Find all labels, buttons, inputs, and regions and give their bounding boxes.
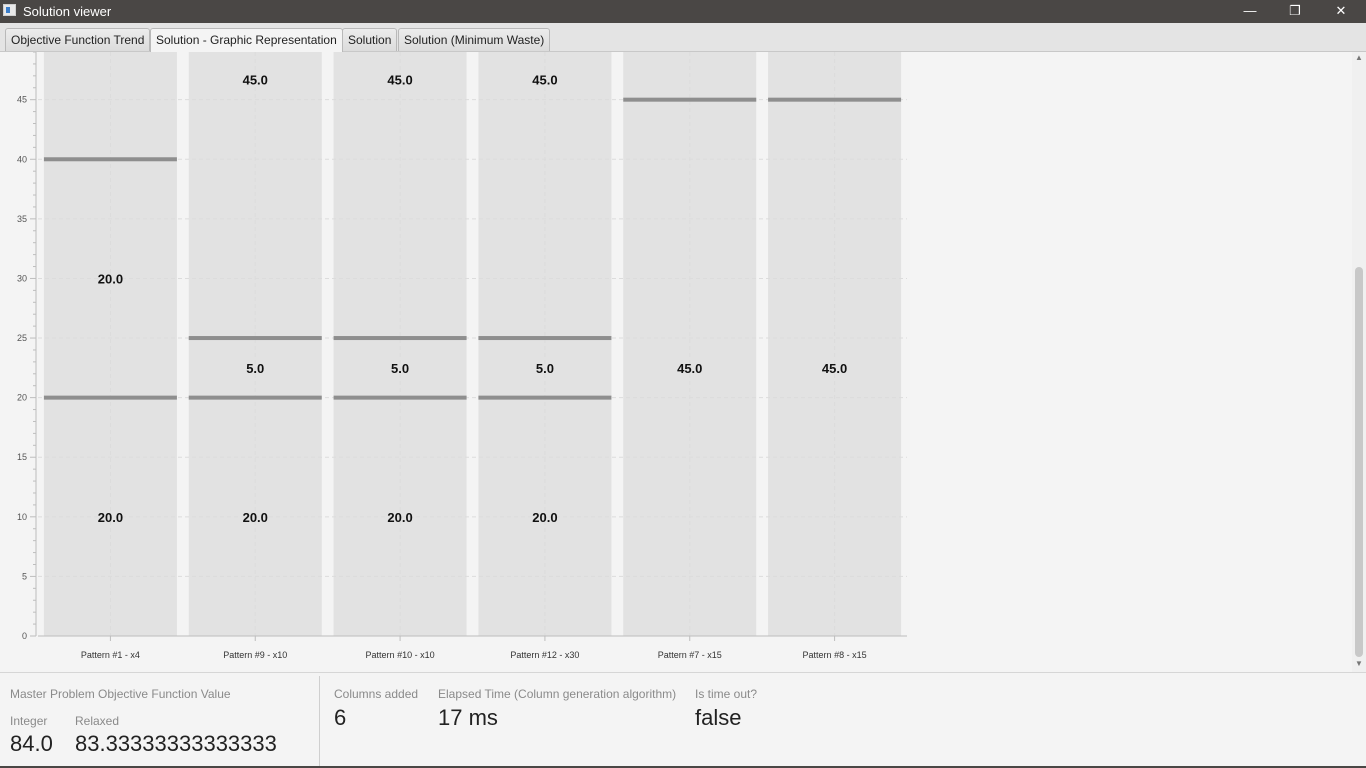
tab-bar: Objective Function Trend Solution - Grap… (0, 23, 1366, 52)
segment-label: 45.0 (532, 72, 557, 87)
y-tick-label: 15 (17, 452, 27, 462)
y-tick-label: 45 (17, 95, 27, 105)
columns-added-label: Columns added (334, 687, 419, 701)
solution-chart: 20.0 20.0 20.0 5.0 45.0 20.0 5.0 45.0 20.0 5.0 45.… (0, 51, 1352, 672)
segment-boundary (43, 395, 177, 400)
vertical-scrollbar[interactable]: ▲ ▼ (1352, 52, 1366, 672)
y-tick-label: 5 (22, 571, 27, 581)
y-tick-label: 20 (17, 393, 27, 403)
segment-boundary (188, 395, 322, 400)
tab-solution[interactable]: Solution (342, 28, 398, 51)
scroll-thumb[interactable] (1355, 267, 1363, 657)
segment-boundary (333, 336, 467, 341)
tab-objective-function-trend[interactable]: Objective Function Trend (5, 28, 151, 51)
segment-boundary (43, 157, 177, 162)
x-tick-label: Pattern #9 - x10 (223, 650, 287, 660)
columns-added-value: 6 (334, 705, 347, 730)
integer-label: Integer (10, 714, 48, 728)
relaxed-label: Relaxed (75, 714, 120, 728)
stacked-bar-chart: 20.0 20.0 20.0 5.0 45.0 20.0 5.0 45.0 20.0 5.0 45.… (17, 51, 907, 660)
segment-label: 20.0 (387, 510, 412, 525)
x-tick-label: Pattern #10 - x10 (366, 650, 435, 660)
time-out-label: Is time out? (695, 687, 758, 701)
segment-boundary (478, 336, 612, 341)
x-tick-label: Pattern #8 - x15 (803, 650, 867, 660)
segment-boundary (333, 395, 467, 400)
y-tick-label: 35 (17, 214, 27, 224)
segment-label: 5.0 (391, 361, 409, 376)
x-tick-label: Pattern #1 - x4 (81, 650, 140, 660)
tab-graphic-representation[interactable]: Solution - Graphic Representation (150, 28, 343, 52)
y-tick-label: 10 (17, 512, 27, 522)
segment-label: 5.0 (536, 361, 554, 376)
segment-boundary (188, 336, 322, 341)
x-tick-label: Pattern #7 - x15 (658, 650, 722, 660)
status-divider (319, 676, 320, 766)
minimize-button[interactable]: — (1227, 0, 1273, 23)
segment-boundary (623, 97, 757, 102)
restore-button[interactable]: ❐ (1272, 0, 1318, 23)
scroll-down-icon[interactable]: ▼ (1352, 658, 1366, 670)
elapsed-time-label: Elapsed Time (Column generation algorith… (438, 687, 677, 701)
segment-label: 20.0 (243, 510, 268, 525)
y-tick-label: 25 (17, 333, 27, 343)
segment-label: 5.0 (246, 361, 264, 376)
tab-solution-minimum-waste[interactable]: Solution (Minimum Waste) (398, 28, 551, 51)
close-button[interactable]: ✕ (1318, 0, 1364, 23)
segment-label: 20.0 (532, 510, 557, 525)
time-out-value: false (695, 705, 742, 730)
segment-boundary (768, 97, 902, 102)
segment-label: 45.0 (387, 72, 412, 87)
app-icon (3, 4, 16, 16)
y-tick-label: 30 (17, 273, 27, 283)
segment-label: 20.0 (98, 510, 123, 525)
objective-title: Master Problem Objective Function Value (10, 687, 231, 701)
segment-label: 20.0 (98, 271, 123, 286)
relaxed-value: 83.33333333333333 (75, 731, 277, 756)
title-bar: Solution viewer — ❐ ✕ (0, 0, 1366, 23)
segment-label: 45.0 (677, 361, 702, 376)
segment-label: 45.0 (822, 361, 847, 376)
x-tick-label: Pattern #12 - x30 (510, 650, 579, 660)
status-panel: Master Problem Objective Function Value … (0, 672, 1366, 768)
segment-boundary (478, 395, 612, 400)
y-tick-label: 40 (17, 154, 27, 164)
elapsed-time-value: 17 ms (438, 705, 498, 730)
scroll-up-icon[interactable]: ▲ (1352, 52, 1366, 64)
window-title: Solution viewer (23, 4, 112, 19)
y-tick-label: 0 (22, 631, 27, 641)
segment-label: 45.0 (243, 72, 268, 87)
integer-value: 84.0 (10, 731, 53, 756)
